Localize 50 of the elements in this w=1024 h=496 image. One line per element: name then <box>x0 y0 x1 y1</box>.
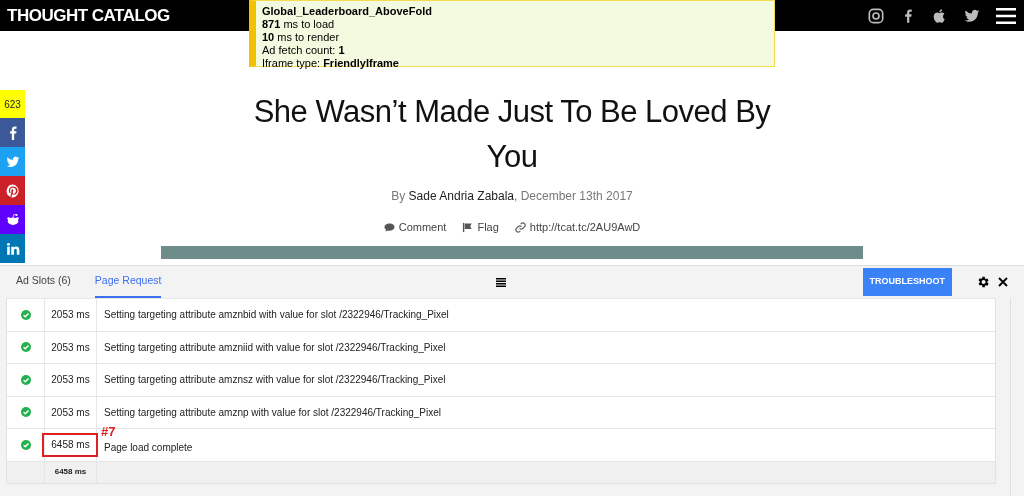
link-icon <box>514 221 526 233</box>
instagram-icon[interactable] <box>868 7 884 24</box>
ad-stat-line: 871 ms to load <box>262 18 336 31</box>
twitter-icon <box>5 154 20 169</box>
time-cell-text: 2053 ms <box>51 373 90 388</box>
article-title: She Wasn’t Made Just To Be Loved By You <box>252 93 772 176</box>
ad-stat-line: Ad fetch count: 1 <box>262 44 346 57</box>
time-cell-text: 2053 ms <box>51 340 90 355</box>
pinterest-icon <box>5 183 20 198</box>
ad-stat-line: Iframe type: FriendlyIframe <box>262 57 400 70</box>
pinterest-share-button[interactable] <box>0 176 25 205</box>
troubleshoot-button[interactable]: TROUBLESHOOT <box>862 268 952 296</box>
menu-icon[interactable] <box>496 277 506 287</box>
facebook-share-button[interactable] <box>0 118 25 147</box>
flag-icon <box>462 221 474 233</box>
article-byline: By Sade Andria Zabala, December 13th 2017 <box>391 188 633 205</box>
panel-tab[interactable]: Ad Slots (6) <box>16 266 71 298</box>
reddit-share-button[interactable] <box>0 205 25 234</box>
check-circle-icon <box>20 342 31 353</box>
share-count: 623 <box>0 90 25 118</box>
comment-link[interactable]: Comment <box>383 219 447 236</box>
comment-icon <box>383 221 395 233</box>
site-logo[interactable]: THOUGHT CATALOG <box>0 2 170 29</box>
time-cell-text: 6458 ms <box>51 438 90 453</box>
check-circle-icon <box>20 407 31 418</box>
menu-icon[interactable] <box>996 6 1016 25</box>
short-link[interactable]: http://tcat.tc/2AU9AwD <box>514 219 641 236</box>
total-time: 6458 ms <box>54 466 87 478</box>
flag-link[interactable]: Flag <box>462 219 499 236</box>
ad-slot-name: Global_Leaderboard_AboveFold <box>262 5 433 18</box>
check-circle-icon <box>20 374 31 385</box>
check-circle-icon <box>20 439 31 450</box>
settings-icon[interactable] <box>976 275 990 289</box>
log-message: Setting targeting attribute amzniid with value for slot /2322946/Tracking_Pixel <box>104 341 446 353</box>
twitter-share-button[interactable] <box>0 147 25 176</box>
check-circle-icon <box>20 309 31 320</box>
close-icon[interactable] <box>998 277 1008 287</box>
highlight-box <box>42 433 98 457</box>
ad-stat-line: 10 ms to render <box>262 31 341 44</box>
time-cell-text: 2053 ms <box>51 308 90 323</box>
linkedin-icon <box>5 241 20 256</box>
linkedin-share-button[interactable] <box>0 234 25 263</box>
log-message: Setting targeting attribute amznbid with value for slot /2322946/Tracking_Pixel <box>104 309 449 321</box>
reddit-icon <box>5 212 20 227</box>
annotation-label: #7 <box>101 425 116 439</box>
log-message: Page load complete <box>104 442 193 454</box>
log-message: Setting targeting attribute amznp with value for slot /2322946/Tracking_Pixel <box>104 406 442 418</box>
log-message: Setting targeting attribute amznsz with value for slot /2322946/Tracking_Pixel <box>104 374 446 386</box>
time-cell-text: 2053 ms <box>51 405 90 420</box>
twitter-icon[interactable] <box>964 7 980 24</box>
